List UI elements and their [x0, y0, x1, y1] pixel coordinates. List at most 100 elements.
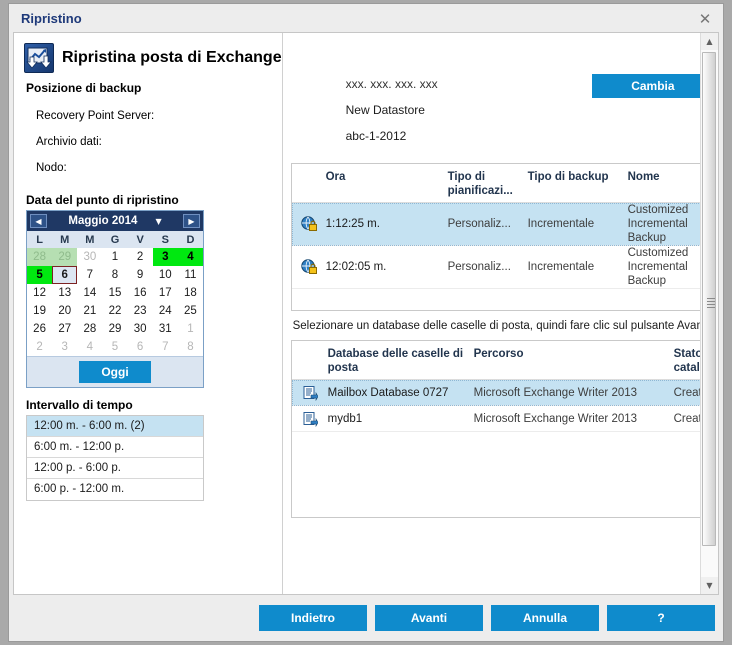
cell-ora: 12:02:05 m. [320, 260, 442, 274]
cell-schedule-type: Personaliz... [442, 260, 522, 274]
database-hint: Selezionare un database delle caselle di… [293, 320, 700, 332]
dow-label: S [153, 234, 178, 246]
close-icon[interactable]: ✕ [696, 10, 714, 28]
left-pane: Ripristina posta di Exchange Posizione d… [14, 33, 283, 594]
calendar-day[interactable]: 8 [102, 266, 127, 284]
calendar-day[interactable]: 5 [102, 338, 127, 356]
calendar-day[interactable]: 17 [153, 284, 178, 302]
scroll-down-icon[interactable]: ▼ [701, 577, 718, 594]
calendar-day[interactable]: 19 [27, 302, 52, 320]
calendar-day[interactable]: 29 [52, 248, 77, 266]
calendar-day[interactable]: 16 [128, 284, 153, 302]
scrollbar-grip [707, 298, 715, 307]
cell-database-name: mydb1 [322, 412, 468, 426]
scroll-up-icon[interactable]: ▲ [701, 33, 718, 50]
calendar-day[interactable]: 5 [27, 266, 52, 284]
time-range-item[interactable]: 6:00 p. - 12:00 m. [27, 479, 203, 500]
calendar-day[interactable]: 8 [178, 338, 203, 356]
cell-percorso: Microsoft Exchange Writer 2013 [468, 386, 668, 400]
calendar-day[interactable]: 24 [153, 302, 178, 320]
back-button[interactable]: Indietro [259, 605, 367, 631]
label-recovery-point-server: Recovery Point Server: [36, 103, 282, 129]
calendar-widget: ◀ Maggio 2014 ▼ ▶ L M M G V S [26, 210, 204, 388]
calendar-day[interactable]: 6 [128, 338, 153, 356]
dow-label: V [128, 234, 153, 246]
column-percorso[interactable]: Percorso [468, 347, 668, 375]
cell-ora: 1:12:25 m. [320, 217, 442, 231]
calendar-day[interactable]: 29 [102, 320, 127, 338]
calendar-day[interactable]: 15 [102, 284, 127, 302]
calendar-day[interactable]: 2 [128, 248, 153, 266]
calendar-day[interactable]: 1 [178, 320, 203, 338]
calendar-day[interactable]: 3 [52, 338, 77, 356]
column-stato-catalogo[interactable]: Stato catalogo [668, 347, 700, 375]
recovery-points-table: Ora Tipo di pianificazi... Tipo di backu… [291, 163, 700, 311]
calendar-day[interactable]: 14 [77, 284, 102, 302]
recovery-points-header: Ora Tipo di pianificazi... Tipo di backu… [292, 164, 700, 203]
chevron-right-icon[interactable]: ▶ [183, 214, 200, 228]
help-button[interactable]: ? [607, 605, 715, 631]
calendar-day[interactable]: 27 [52, 320, 77, 338]
page-title: Ripristina posta di Exchange [62, 49, 282, 67]
dow-label: M [77, 234, 102, 246]
time-range-item[interactable]: 6:00 m. - 12:00 p. [27, 437, 203, 458]
calendar-day[interactable]: 9 [128, 266, 153, 284]
table-row[interactable]: Mailbox Database 0727Microsoft Exchange … [292, 380, 700, 406]
table-row[interactable]: 12:02:05 m.Personaliz...IncrementaleCust… [292, 246, 700, 289]
time-range-item[interactable]: 12:00 m. - 6:00 m. (2) [27, 416, 203, 437]
column-schedule-type[interactable]: Tipo di pianificazi... [442, 170, 522, 198]
window-title: Ripristino [21, 11, 82, 26]
label-datastore: Archivio dati: [36, 129, 282, 155]
time-range-item[interactable]: 12:00 p. - 6:00 p. [27, 458, 203, 479]
calendar-month-label-group[interactable]: Maggio 2014 ▼ [47, 215, 183, 227]
calendar-day[interactable]: 30 [128, 320, 153, 338]
scrollbar-track[interactable] [701, 50, 718, 577]
calendar-day[interactable]: 23 [128, 302, 153, 320]
footer-bar: Indietro Avanti Annulla ? [9, 595, 723, 641]
calendar-day[interactable]: 28 [77, 320, 102, 338]
calendar-day[interactable]: 22 [102, 302, 127, 320]
calendar-day[interactable]: 21 [77, 302, 102, 320]
recovery-point-lock-icon [292, 216, 320, 232]
value-node: abc-1-2012 [291, 123, 700, 149]
calendar-day[interactable]: 1 [102, 248, 127, 266]
today-button[interactable]: Oggi [79, 361, 150, 383]
column-backup-type[interactable]: Tipo di backup [522, 170, 622, 198]
calendar-day[interactable]: 28 [27, 248, 52, 266]
vertical-scrollbar[interactable]: ▲ ▼ [700, 33, 718, 594]
database-icon [292, 411, 322, 427]
calendar-day[interactable]: 30 [77, 248, 102, 266]
calendar-day[interactable]: 12 [27, 284, 52, 302]
dow-label: G [102, 234, 127, 246]
next-button[interactable]: Avanti [375, 605, 483, 631]
calendar-day[interactable]: 3 [153, 248, 178, 266]
chevron-left-icon[interactable]: ◀ [30, 214, 47, 228]
column-ora[interactable]: Ora [320, 170, 442, 198]
right-pane: xxx. xxx. xxx. xxx New Datastore abc-1-2… [283, 33, 700, 594]
calendar-day[interactable]: 7 [77, 266, 102, 284]
calendar-day[interactable]: 4 [77, 338, 102, 356]
table-row[interactable]: mydb1Microsoft Exchange Writer 2013Creat… [292, 406, 700, 432]
cancel-button[interactable]: Annulla [491, 605, 599, 631]
recovery-points-body: 1:12:25 m.Personaliz...IncrementaleCusto… [292, 203, 700, 289]
calendar-day[interactable]: 4 [178, 248, 203, 266]
scrollbar-thumb[interactable] [702, 52, 716, 546]
calendar-day[interactable]: 11 [178, 266, 203, 284]
table-row[interactable]: 1:12:25 m.Personaliz...IncrementaleCusto… [292, 203, 700, 246]
calendar-day[interactable]: 31 [153, 320, 178, 338]
databases-table: Database delle caselle di posta Percorso… [291, 340, 700, 518]
page-header: Ripristina posta di Exchange [14, 33, 282, 75]
calendar-day[interactable]: 10 [153, 266, 178, 284]
calendar-day[interactable]: 18 [178, 284, 203, 302]
column-database[interactable]: Database delle caselle di posta [322, 347, 468, 375]
calendar-day[interactable]: 6 [52, 266, 77, 284]
change-button[interactable]: Cambia [592, 74, 700, 98]
calendar-day[interactable]: 13 [52, 284, 77, 302]
calendar-day[interactable]: 25 [178, 302, 203, 320]
calendar-day[interactable]: 26 [27, 320, 52, 338]
column-nome[interactable]: Nome [622, 170, 700, 198]
chevron-down-icon[interactable]: ▼ [155, 217, 161, 226]
calendar-day[interactable]: 20 [52, 302, 77, 320]
calendar-day[interactable]: 7 [153, 338, 178, 356]
calendar-day[interactable]: 2 [27, 338, 52, 356]
